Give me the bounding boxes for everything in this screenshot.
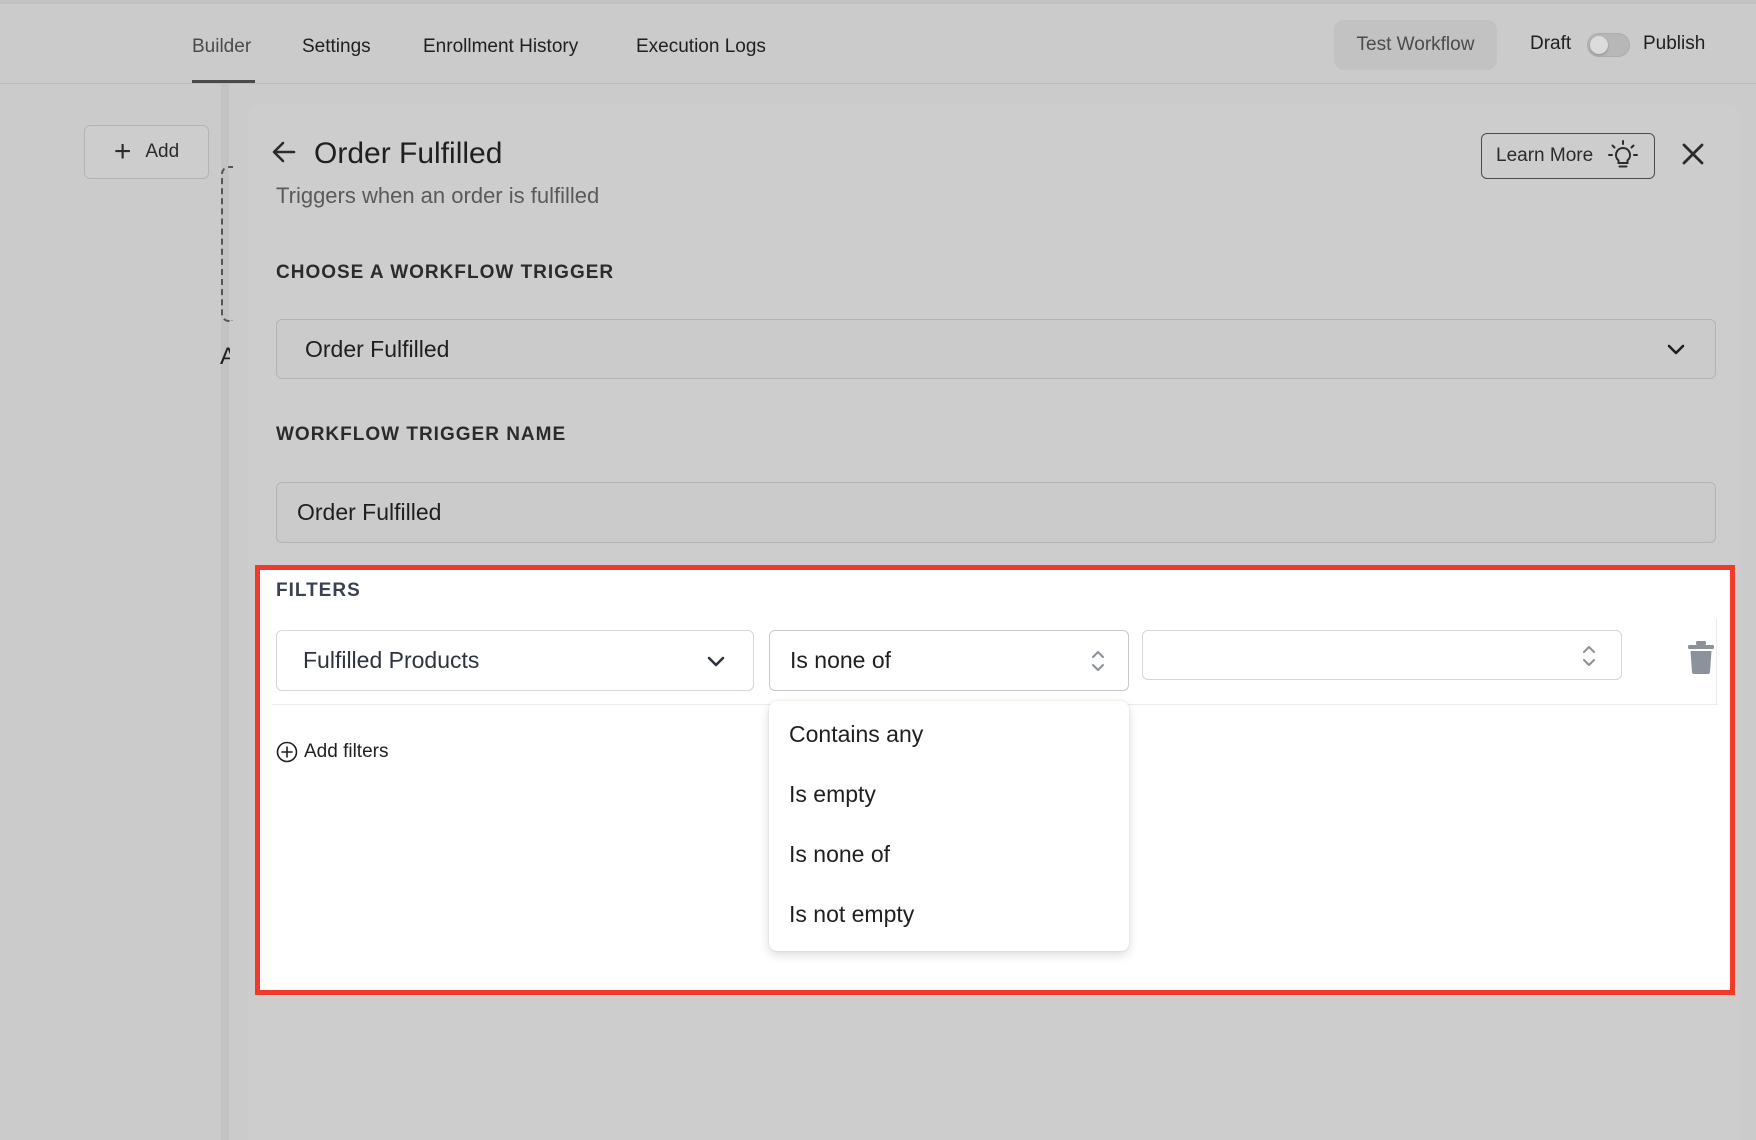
panel-title: Order Fulfilled xyxy=(314,137,503,170)
trash-icon[interactable] xyxy=(1687,641,1715,674)
workflow-canvas: + Add xyxy=(0,84,229,1140)
filter-operator-select[interactable]: Is none of xyxy=(769,630,1129,691)
filters-section-label: FILTERS xyxy=(276,580,361,601)
close-icon[interactable] xyxy=(1679,140,1707,168)
truncated-node-label: A xyxy=(220,343,230,370)
trigger-section-label: CHOOSE A WORKFLOW TRIGGER xyxy=(276,262,615,283)
learn-more-button[interactable]: Learn More xyxy=(1481,133,1655,179)
trigger-select-value: Order Fulfilled xyxy=(305,335,450,362)
lightbulb-icon xyxy=(1608,140,1639,168)
tab-execution-logs[interactable]: Execution Logs xyxy=(636,36,766,58)
filter-field-value: Fulfilled Products xyxy=(303,647,480,673)
add-node-label: Add xyxy=(145,141,180,162)
updown-chevron-icon xyxy=(1583,646,1595,666)
tab-builder[interactable]: Builder xyxy=(192,36,251,58)
plus-circle-icon xyxy=(276,741,298,763)
add-filters-button[interactable]: Add filters xyxy=(276,741,388,763)
operator-option-contains-any[interactable]: Contains any xyxy=(789,721,923,748)
operator-dropdown-menu: Contains any Is empty Is none of Is not … xyxy=(769,701,1129,951)
trigger-select[interactable]: Order Fulfilled xyxy=(276,319,1716,379)
draft-label: Draft xyxy=(1530,33,1572,54)
publish-toggle[interactable] xyxy=(1587,33,1630,57)
arrow-left-icon[interactable] xyxy=(270,138,298,166)
plus-icon: + xyxy=(113,135,132,168)
publish-label: Publish xyxy=(1643,33,1706,54)
updown-chevron-icon xyxy=(1092,651,1104,671)
tab-settings[interactable]: Settings xyxy=(302,36,371,58)
filter-value-select[interactable] xyxy=(1142,630,1622,680)
toggle-knob xyxy=(1590,36,1608,54)
operator-option-is-none-of[interactable]: Is none of xyxy=(789,841,890,868)
top-edge-divider xyxy=(0,0,1756,4)
panel-subtitle: Triggers when an order is fulfilled xyxy=(276,183,600,208)
top-navigation-bar: Builder Settings Enrollment History Exec… xyxy=(0,0,1756,84)
trigger-name-section-label: WORKFLOW TRIGGER NAME xyxy=(276,424,567,445)
filter-row-edge xyxy=(1716,618,1717,704)
chevron-down-icon xyxy=(1667,344,1685,355)
filter-operator-value: Is none of xyxy=(790,647,892,673)
test-workflow-button[interactable]: Test Workflow xyxy=(1334,20,1497,70)
learn-more-label: Learn More xyxy=(1496,145,1594,166)
active-tab-underline xyxy=(192,80,255,83)
operator-option-is-not-empty[interactable]: Is not empty xyxy=(789,901,914,928)
chevron-down-icon xyxy=(707,656,725,667)
filter-field-select[interactable]: Fulfilled Products xyxy=(276,630,754,691)
trigger-name-input[interactable]: Order Fulfilled xyxy=(276,482,1716,543)
add-filters-label: Add filters xyxy=(304,741,389,762)
tab-enrollment-history[interactable]: Enrollment History xyxy=(423,36,578,58)
trigger-node-outline[interactable] xyxy=(221,166,233,322)
add-node-button[interactable]: + Add xyxy=(84,125,209,179)
trigger-name-value: Order Fulfilled xyxy=(297,499,442,525)
operator-option-is-empty[interactable]: Is empty xyxy=(789,781,876,808)
